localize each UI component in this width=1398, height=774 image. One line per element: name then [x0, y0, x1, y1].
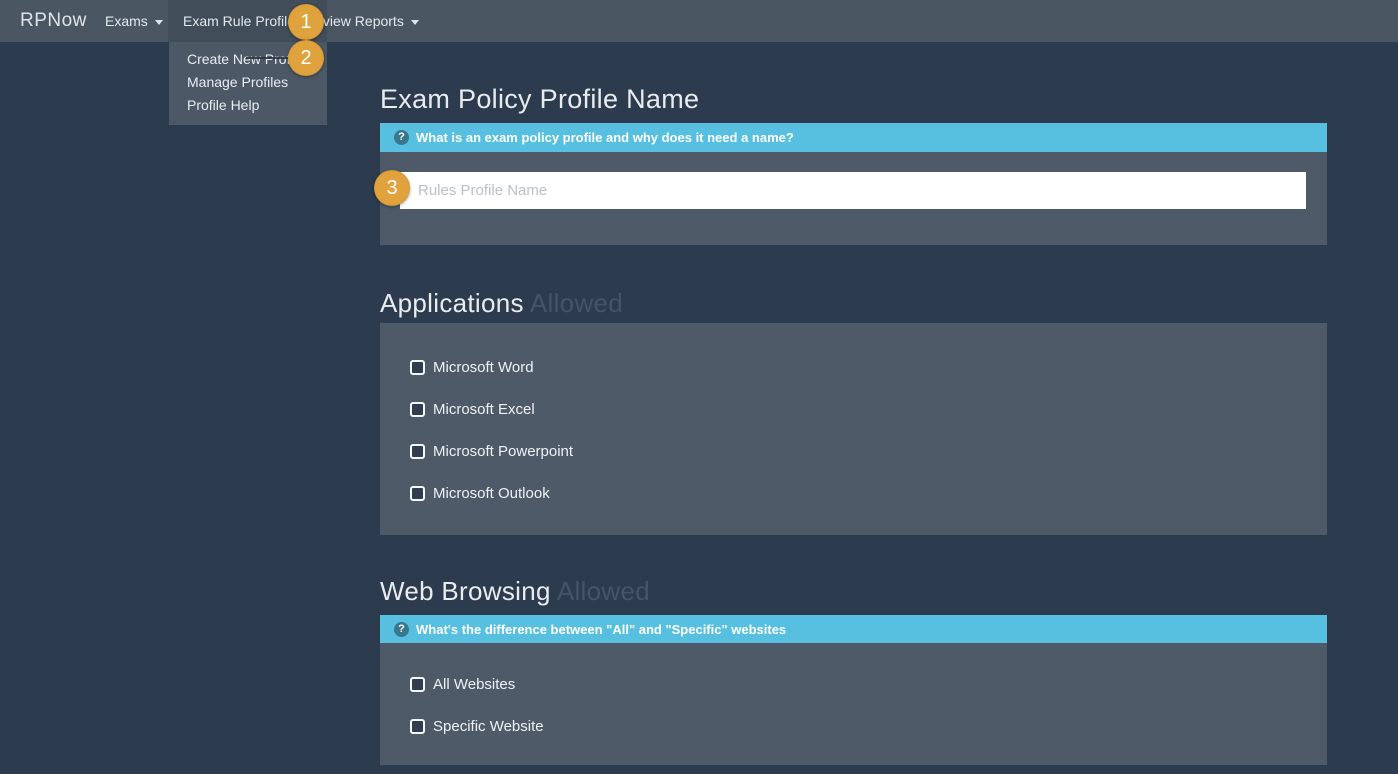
option-row-microsoft-outlook[interactable]: Microsoft Outlook [410, 485, 1327, 501]
menu-item-profile-help[interactable]: Profile Help [169, 94, 327, 117]
nav-item-exams[interactable]: Exams [105, 0, 163, 42]
option-label: Microsoft Excel [433, 401, 535, 418]
checkbox-microsoft-powerpoint[interactable] [410, 444, 425, 459]
question-circle-icon: ? [394, 622, 409, 637]
annotation-line [246, 57, 292, 59]
option-row-microsoft-powerpoint[interactable]: Microsoft Powerpoint [410, 443, 1327, 459]
checkbox-microsoft-word[interactable] [410, 360, 425, 375]
checkbox-microsoft-outlook[interactable] [410, 486, 425, 501]
option-row-all-websites[interactable]: All Websites [410, 676, 1327, 692]
web-browsing-info-text: What's the difference between "All" and … [416, 622, 786, 637]
main-content: Exam Policy Profile Name ? What is an ex… [380, 42, 1327, 765]
option-label: Specific Website [433, 718, 544, 735]
nav-item-exam-rule-profile-label: Exam Rule Profile [183, 13, 295, 29]
option-row-microsoft-excel[interactable]: Microsoft Excel [410, 401, 1327, 417]
option-label: Microsoft Word [433, 359, 534, 376]
option-row-microsoft-word[interactable]: Microsoft Word [410, 359, 1327, 375]
applications-subtitle: Allowed [530, 288, 623, 318]
applications-section-title: Applications Allowed [380, 288, 1327, 318]
web-browsing-section-title: Web Browsing Allowed [380, 576, 1327, 606]
profile-name-info-bar[interactable]: ? What is an exam policy profile and why… [380, 123, 1327, 152]
brand-logo[interactable]: RPNow [20, 0, 87, 42]
annotation-step-2: 2 [288, 40, 324, 76]
profile-name-info-text: What is an exam policy profile and why d… [416, 130, 794, 145]
option-row-specific-website[interactable]: Specific Website [410, 718, 1327, 734]
top-navbar: RPNow Exams Exam Rule Profile Review Rep… [0, 0, 1398, 42]
checkbox-microsoft-excel[interactable] [410, 402, 425, 417]
option-label: Microsoft Powerpoint [433, 443, 573, 460]
checkbox-specific-website[interactable] [410, 719, 425, 734]
annotation-step-3: 3 [374, 170, 410, 206]
profile-name-panel [380, 152, 1327, 245]
option-label: Microsoft Outlook [433, 485, 550, 502]
annotation-step-1: 1 [288, 4, 324, 40]
question-circle-icon: ? [394, 130, 409, 145]
web-browsing-subtitle: Allowed [557, 576, 650, 606]
option-label: All Websites [433, 676, 515, 693]
rules-profile-name-input[interactable] [400, 172, 1306, 209]
web-browsing-panel: All Websites Specific Website [380, 643, 1327, 765]
nav-item-exams-label: Exams [105, 13, 148, 29]
chevron-down-icon [411, 20, 419, 25]
web-browsing-title-text: Web Browsing [380, 576, 551, 606]
web-browsing-info-bar[interactable]: ? What's the difference between "All" an… [380, 615, 1327, 643]
applications-title-text: Applications [380, 288, 524, 318]
chevron-down-icon [155, 20, 163, 25]
checkbox-all-websites[interactable] [410, 677, 425, 692]
page-title: Exam Policy Profile Name [380, 84, 1327, 114]
applications-panel: Microsoft Word Microsoft Excel Microsoft… [380, 323, 1327, 535]
